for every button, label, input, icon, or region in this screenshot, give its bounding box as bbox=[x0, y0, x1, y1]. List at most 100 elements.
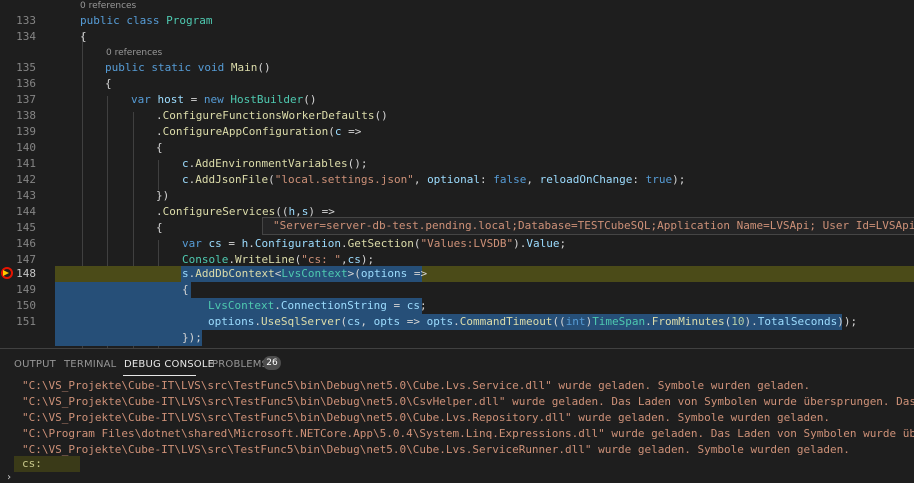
code-token: . bbox=[156, 109, 163, 122]
code-token: { bbox=[156, 141, 163, 154]
code-token: host bbox=[157, 93, 185, 106]
code-token: GetSection bbox=[347, 237, 414, 250]
tab-debug-console[interactable]: DEBUG CONSOLE bbox=[124, 359, 214, 370]
code-line[interactable]: var cs = h.Configuration.GetSection("Val… bbox=[182, 236, 566, 252]
code-token: cs bbox=[208, 237, 222, 250]
code-line[interactable]: options.UseSqlServer(cs, opts => opts.Co… bbox=[208, 314, 857, 330]
panel-header: OUTPUT TERMINAL DEBUG CONSOLE PROBLEMS bbox=[0, 348, 914, 379]
code-token: = bbox=[221, 237, 242, 250]
console-line: "C:\VS_Projekte\Cube-IT\LVS\src\TestFunc… bbox=[22, 443, 850, 456]
code-token: "local.settings.json" bbox=[274, 173, 414, 186]
code-line[interactable]: c.AddJsonFile("local.settings.json", opt… bbox=[182, 172, 685, 188]
console-line: "C:\VS_Projekte\Cube-IT\LVS\src\TestFunc… bbox=[22, 411, 830, 424]
code-token: ( bbox=[328, 125, 335, 138]
code-token: "cs: " bbox=[301, 253, 341, 266]
code-token: () bbox=[303, 93, 317, 106]
code-token: options bbox=[360, 267, 408, 280]
code-token: CommandTimeout bbox=[459, 315, 553, 328]
code-line[interactable]: { bbox=[80, 29, 87, 45]
code-token: ; bbox=[559, 237, 567, 250]
code-line[interactable]: }) bbox=[156, 188, 169, 204]
code-token: ); bbox=[360, 253, 375, 266]
code-token: opts bbox=[426, 315, 454, 328]
code-token: => bbox=[407, 267, 428, 280]
tab-output[interactable]: OUTPUT bbox=[14, 359, 56, 370]
code-token: true bbox=[645, 173, 673, 186]
code-token: { bbox=[105, 77, 112, 90]
code-token: }) bbox=[156, 189, 170, 202]
code-token: { bbox=[182, 283, 189, 296]
code-line[interactable]: s.AddDbContext<LvsContext>(options => bbox=[182, 266, 427, 282]
code-lens-references[interactable]: 0 references bbox=[106, 47, 162, 59]
code-token: AddEnvironmentVariables bbox=[195, 157, 348, 170]
code-line[interactable]: var host = new HostBuilder() bbox=[131, 92, 316, 108]
code-token: public bbox=[80, 14, 127, 27]
code-token: () bbox=[374, 109, 388, 122]
code-token: : bbox=[632, 173, 646, 186]
code-token: ConfigureFunctionsWorkerDefaults bbox=[162, 109, 375, 122]
code-line[interactable]: { bbox=[156, 140, 163, 156]
line-number: 135 bbox=[16, 61, 36, 74]
code-token: ). bbox=[744, 315, 758, 328]
code-token: UseSqlServer bbox=[260, 315, 341, 328]
code-token: options bbox=[208, 315, 255, 328]
code-token: ). bbox=[513, 237, 527, 250]
code-token: => bbox=[341, 125, 362, 138]
code-line[interactable]: LvsContext.ConnectionString = cs; bbox=[208, 298, 427, 314]
code-token: ); bbox=[672, 173, 686, 186]
code-token: c bbox=[182, 173, 189, 186]
code-line[interactable]: public static void Main() bbox=[105, 60, 271, 76]
line-number: 151 bbox=[16, 315, 36, 328]
code-token: reloadOnChange bbox=[539, 173, 633, 186]
code-token: ; bbox=[419, 299, 427, 312]
code-token: s bbox=[182, 267, 189, 280]
code-token: HostBuilder bbox=[230, 93, 304, 106]
tab-terminal[interactable]: TERMINAL bbox=[64, 359, 116, 370]
code-token: }); bbox=[182, 331, 202, 344]
code-line[interactable]: { bbox=[182, 282, 189, 298]
code-line[interactable]: .ConfigureFunctionsWorkerDefaults() bbox=[156, 108, 388, 124]
code-lens-references[interactable]: 0 references bbox=[80, 0, 136, 12]
line-number: 145 bbox=[16, 221, 36, 234]
code-line[interactable]: c.AddEnvironmentVariables(); bbox=[182, 156, 367, 172]
code-token: void bbox=[197, 61, 231, 74]
code-token: . bbox=[254, 315, 261, 328]
console-output-cs: cs: bbox=[22, 457, 42, 470]
code-line[interactable]: .ConfigureAppConfiguration(c => bbox=[156, 124, 361, 140]
code-token: . bbox=[453, 315, 460, 328]
code-token: Program bbox=[166, 14, 213, 27]
code-token: (); bbox=[347, 157, 368, 170]
selection bbox=[55, 330, 202, 346]
console-input-chevron-icon[interactable]: › bbox=[6, 472, 12, 483]
code-token: . bbox=[228, 253, 235, 266]
line-number: 138 bbox=[16, 109, 36, 122]
code-token: cs bbox=[347, 253, 361, 266]
code-token: : bbox=[480, 173, 494, 186]
code-token: . bbox=[274, 299, 281, 312]
line-number: 148 bbox=[16, 267, 36, 280]
problems-count-badge: 26 bbox=[263, 356, 281, 370]
code-token: => bbox=[400, 315, 427, 328]
line-number: 143 bbox=[16, 189, 36, 202]
code-token: ConfigureAppConfiguration bbox=[162, 125, 329, 138]
line-number: 133 bbox=[16, 14, 36, 27]
tab-problems[interactable]: PROBLEMS bbox=[212, 359, 268, 370]
hover-tooltip: "Server=server-db-test.pending.local;Dat… bbox=[262, 217, 914, 235]
code-token: () bbox=[257, 61, 271, 74]
console-line: "C:\VS_Projekte\Cube-IT\LVS\src\TestFunc… bbox=[22, 395, 914, 408]
code-token: TimeSpan bbox=[592, 315, 646, 328]
code-line[interactable]: }); bbox=[182, 330, 202, 346]
line-number: 149 bbox=[16, 283, 36, 296]
console-line: "C:\Program Files\dotnet\shared\Microsof… bbox=[22, 427, 914, 440]
line-number: 137 bbox=[16, 93, 36, 106]
line-number: 134 bbox=[16, 30, 36, 43]
code-line[interactable]: { bbox=[156, 220, 163, 236]
code-token: )); bbox=[837, 315, 858, 328]
code-line[interactable]: { bbox=[105, 76, 112, 92]
code-editor[interactable]: 0 references 0 references 133 134 135 13… bbox=[0, 0, 914, 348]
code-token: var bbox=[182, 237, 209, 250]
code-token: Value bbox=[526, 237, 560, 250]
code-token: optional bbox=[427, 173, 481, 186]
code-token: WriteLine bbox=[234, 253, 295, 266]
code-line[interactable]: public class Program bbox=[80, 13, 212, 29]
